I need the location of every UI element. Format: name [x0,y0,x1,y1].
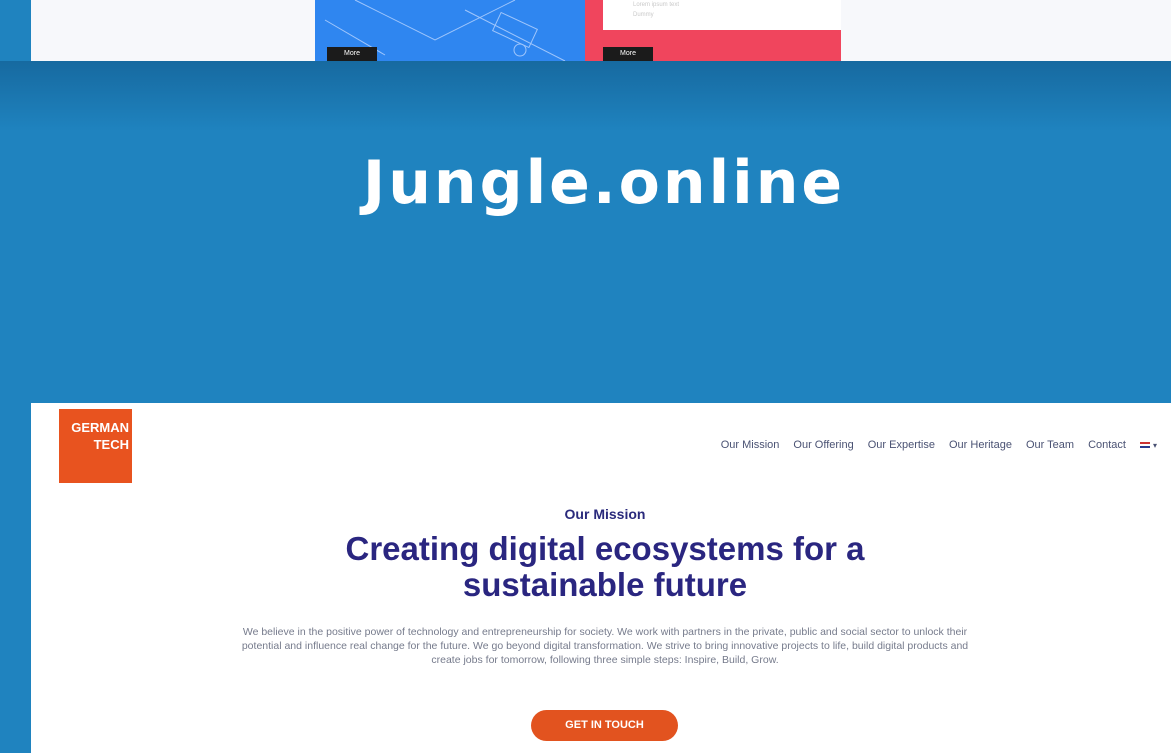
nav-our-expertise[interactable]: Our Expertise [868,439,935,451]
language-selector[interactable]: ▾ [1139,440,1157,450]
german-tech-logo[interactable]: GERMAN TECH [59,409,132,483]
more-button[interactable]: More [327,47,377,61]
get-in-touch-button[interactable]: GET IN TOUCH [531,710,678,741]
more-button[interactable]: More [603,47,653,61]
page-headline: Creating digital ecosystems for a sustai… [31,531,1171,603]
nav-our-team[interactable]: Our Team [1026,439,1074,451]
logo-line-1: GERMAN [71,420,129,435]
nav-our-offering[interactable]: Our Offering [793,439,853,451]
section-eyebrow: Our Mission [564,506,646,522]
red-tile: Lorem ipsum text Dummy More [585,0,841,61]
nav-our-heritage[interactable]: Our Heritage [949,439,1012,451]
shadow-band [0,61,1171,131]
blue-tile: More [315,0,603,61]
main-nav: Our Mission Our Offering Our Expertise O… [721,439,1157,451]
headline-line-2: sustainable future [462,566,748,603]
chevron-down-icon: ▾ [1152,440,1157,450]
hero-title: Jungle.online [362,148,846,218]
headline-line-1: Creating digital ecosystems for a [345,530,865,567]
logo-line-2: TECH [93,437,129,452]
website-preview: GERMAN TECH Our Mission Our Offering Our… [31,403,1171,753]
uk-flag-icon [1139,442,1150,448]
nav-contact[interactable]: Contact [1088,439,1126,451]
mission-paragraph: We believe in the positive power of tech… [241,626,969,666]
text-box: Lorem ipsum text Dummy [603,0,841,30]
top-preview-card: More Lorem ipsum text Dummy More [31,0,1171,61]
faint-text: Dummy [633,12,654,18]
nav-our-mission[interactable]: Our Mission [721,439,780,451]
faint-text: Lorem ipsum text [633,2,680,8]
